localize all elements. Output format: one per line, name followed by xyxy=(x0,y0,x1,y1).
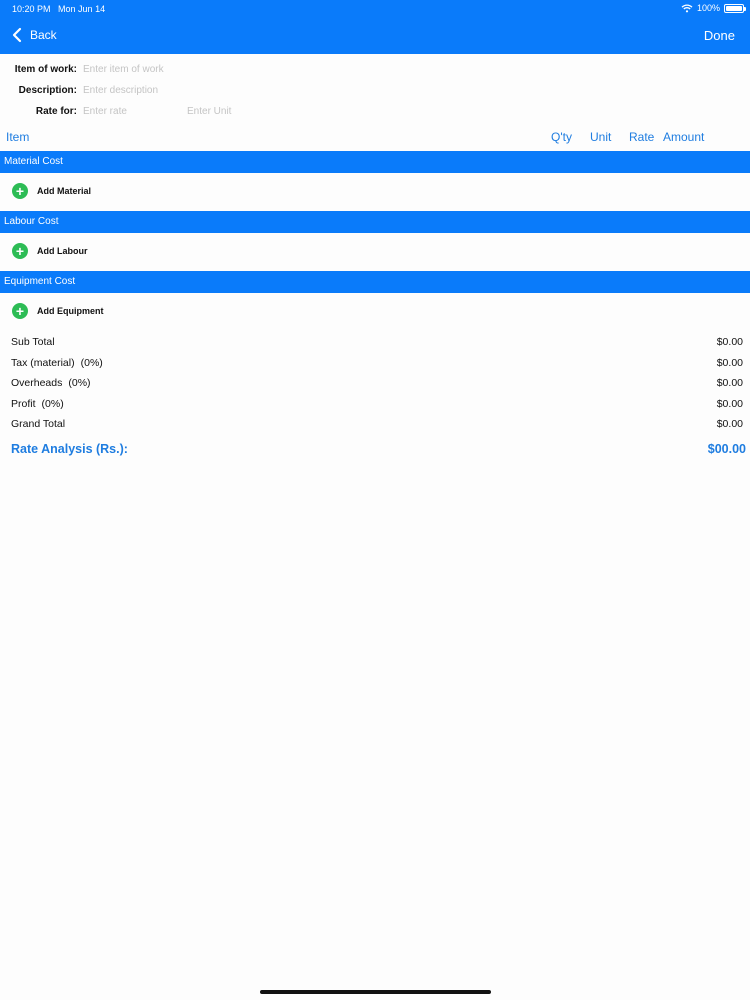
navigation-bar: 10:20 PM Mon Jun 14 100% Back Done xyxy=(0,0,750,54)
unit-input[interactable] xyxy=(187,105,307,117)
grand-total-row: Grand Total $0.00 xyxy=(11,418,743,434)
tax-value: $0.00 xyxy=(716,357,743,369)
profit-percent: (0%) xyxy=(41,398,64,410)
description-row: Description: xyxy=(0,81,383,99)
equipment-cost-header: Equipment Cost xyxy=(0,271,750,293)
wifi-icon xyxy=(681,3,693,12)
tax-row: Tax (material) (0%) $0.00 xyxy=(11,357,743,373)
plus-circle-icon: + xyxy=(12,183,28,199)
column-rate: Rate xyxy=(629,130,655,144)
rate-input[interactable] xyxy=(83,105,181,117)
rate-analysis-row: Rate Analysis (Rs.): $00.00 xyxy=(11,442,746,456)
add-labour-label: Add Labour xyxy=(37,246,88,256)
profit-label: Profit xyxy=(11,398,36,410)
item-of-work-label: Item of work: xyxy=(14,63,77,75)
tax-percent: (0%) xyxy=(80,357,103,369)
material-cost-header: Material Cost xyxy=(0,151,750,173)
rate-analysis-label: Rate Analysis (Rs.): xyxy=(11,442,128,456)
description-input[interactable] xyxy=(83,84,383,96)
add-material-button[interactable]: + Add Material xyxy=(12,183,91,199)
status-time: 10:20 PM Mon Jun 14 xyxy=(12,4,106,14)
item-of-work-row: Item of work: xyxy=(0,60,383,78)
done-button[interactable]: Done xyxy=(704,28,735,43)
battery-percent: 100% xyxy=(696,3,720,13)
grand-total-value: $0.00 xyxy=(716,418,743,430)
column-amount: Amount xyxy=(663,130,705,144)
overheads-row: Overheads (0%) $0.00 xyxy=(11,377,743,393)
item-of-work-input[interactable] xyxy=(83,63,383,75)
grand-total-label: Grand Total xyxy=(11,418,66,430)
battery-icon xyxy=(724,3,746,13)
column-qty: Q'ty xyxy=(551,130,572,144)
rate-analysis-value: $00.00 xyxy=(707,442,746,456)
labour-cost-header: Labour Cost xyxy=(0,211,750,233)
profit-value: $0.00 xyxy=(716,398,743,410)
sub-total-row: Sub Total $0.00 xyxy=(11,336,743,352)
home-indicator[interactable] xyxy=(260,990,491,994)
overheads-label: Overheads xyxy=(11,377,63,389)
column-headers: Item Q'ty Unit Rate Amount xyxy=(0,129,750,147)
back-button[interactable]: Back xyxy=(12,27,57,43)
plus-circle-icon: + xyxy=(12,243,28,259)
column-unit: Unit xyxy=(590,130,612,144)
status-indicators: 100% xyxy=(681,3,746,13)
add-material-label: Add Material xyxy=(37,186,92,196)
add-equipment-button[interactable]: + Add Equipment xyxy=(12,303,104,319)
chevron-left-icon xyxy=(12,27,22,43)
add-equipment-label: Add Equipment xyxy=(37,306,104,316)
description-label: Description: xyxy=(18,84,77,96)
tax-label: Tax (material) xyxy=(11,357,75,369)
column-item: Item xyxy=(6,130,30,144)
profit-row: Profit (0%) $0.00 xyxy=(11,398,743,414)
overheads-value: $0.00 xyxy=(716,377,743,389)
rate-for-label: Rate for: xyxy=(35,105,77,117)
sub-total-label: Sub Total xyxy=(11,336,55,348)
back-label: Back xyxy=(30,28,57,42)
add-labour-button[interactable]: + Add Labour xyxy=(12,243,88,259)
rate-for-row: Rate for: xyxy=(0,102,307,120)
sub-total-value: $0.00 xyxy=(716,336,743,348)
overheads-percent: (0%) xyxy=(68,377,91,389)
plus-circle-icon: + xyxy=(12,303,28,319)
